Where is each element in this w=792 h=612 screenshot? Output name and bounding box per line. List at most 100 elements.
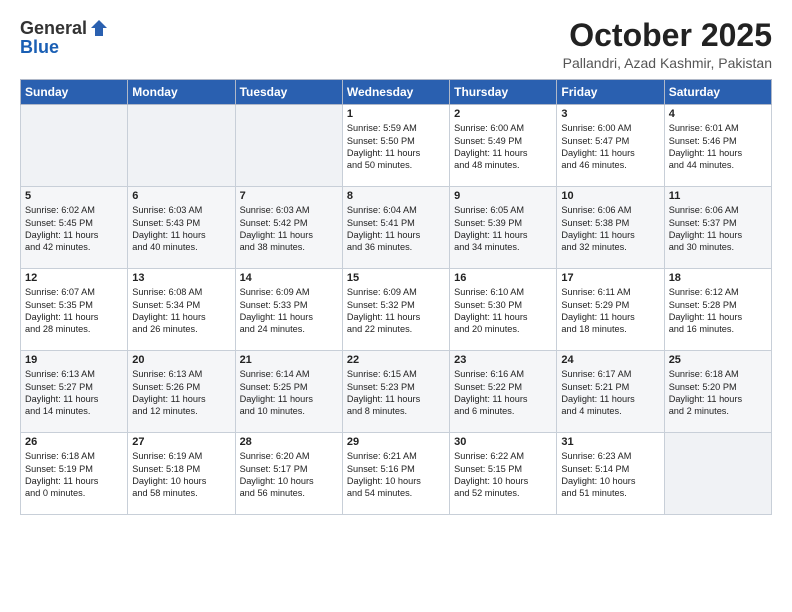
calendar-cell: 19 Sunrise: 6:13 AM Sunset: 5:27 PM Dayli… xyxy=(21,351,128,433)
calendar-week-row: 26 Sunrise: 6:18 AM Sunset: 5:19 PM Dayli… xyxy=(21,433,772,515)
calendar-cell xyxy=(664,433,771,515)
location: Pallandri, Azad Kashmir, Pakistan xyxy=(563,55,772,71)
day-number: 7 xyxy=(240,190,338,202)
calendar-cell: 25 Sunrise: 6:18 AM Sunset: 5:20 PM Dayli… xyxy=(664,351,771,433)
day-header-friday: Friday xyxy=(557,80,664,105)
day-number: 24 xyxy=(561,354,659,366)
day-number: 1 xyxy=(347,108,445,120)
day-info: Sunrise: 6:23 AM Sunset: 5:14 PM Dayligh… xyxy=(561,450,659,500)
calendar-cell: 3Sunrise: 6:00 AM Sunset: 5:47 PM Daylig… xyxy=(557,105,664,187)
day-info: Sunrise: 6:18 AM Sunset: 5:19 PM Dayligh… xyxy=(25,450,123,500)
calendar-cell: 7Sunrise: 6:03 AM Sunset: 5:42 PM Daylig… xyxy=(235,187,342,269)
day-info: Sunrise: 6:00 AM Sunset: 5:49 PM Dayligh… xyxy=(454,122,552,172)
calendar-cell: 10Sunrise: 6:06 AM Sunset: 5:38 PM Dayli… xyxy=(557,187,664,269)
day-info: Sunrise: 6:12 AM Sunset: 5:28 PM Dayligh… xyxy=(669,286,767,336)
logo: General Blue xyxy=(20,18,109,58)
calendar-cell: 28Sunrise: 6:20 AM Sunset: 5:17 PM Dayli… xyxy=(235,433,342,515)
calendar-week-row: 1 Sunrise: 5:59 AM Sunset: 5:50 PM Daylig… xyxy=(21,105,772,187)
day-number: 9 xyxy=(454,190,552,202)
calendar-cell xyxy=(235,105,342,187)
calendar-cell: 12Sunrise: 6:07 AM Sunset: 5:35 PM Dayli… xyxy=(21,269,128,351)
calendar-cell: 16 Sunrise: 6:10 AM Sunset: 5:30 PM Dayli… xyxy=(450,269,557,351)
day-number: 22 xyxy=(347,354,445,366)
calendar-cell: 21Sunrise: 6:14 AM Sunset: 5:25 PM Dayli… xyxy=(235,351,342,433)
day-info: Sunrise: 6:21 AM Sunset: 5:16 PM Dayligh… xyxy=(347,450,445,500)
calendar-cell xyxy=(21,105,128,187)
day-info: Sunrise: 6:09 AM Sunset: 5:33 PM Dayligh… xyxy=(240,286,338,336)
day-header-tuesday: Tuesday xyxy=(235,80,342,105)
day-info: Sunrise: 6:19 AM Sunset: 5:18 PM Dayligh… xyxy=(132,450,230,500)
day-info: Sunrise: 6:17 AM Sunset: 5:21 PM Dayligh… xyxy=(561,368,659,418)
day-number: 26 xyxy=(25,436,123,448)
month-title: October 2025 xyxy=(563,18,772,53)
day-info: Sunrise: 6:08 AM Sunset: 5:34 PM Dayligh… xyxy=(132,286,230,336)
day-header-thursday: Thursday xyxy=(450,80,557,105)
day-number: 5 xyxy=(25,190,123,202)
day-number: 27 xyxy=(132,436,230,448)
day-info: Sunrise: 6:10 AM Sunset: 5:30 PM Dayligh… xyxy=(454,286,552,336)
calendar-cell: 22 Sunrise: 6:15 AM Sunset: 5:23 PM Dayli… xyxy=(342,351,449,433)
day-number: 21 xyxy=(240,354,338,366)
day-info: Sunrise: 5:59 AM Sunset: 5:50 PM Dayligh… xyxy=(347,122,445,172)
day-number: 25 xyxy=(669,354,767,366)
calendar-cell: 26 Sunrise: 6:18 AM Sunset: 5:19 PM Dayli… xyxy=(21,433,128,515)
day-number: 28 xyxy=(240,436,338,448)
calendar-cell xyxy=(128,105,235,187)
day-number: 23 xyxy=(454,354,552,366)
calendar-cell: 14Sunrise: 6:09 AM Sunset: 5:33 PM Dayli… xyxy=(235,269,342,351)
header: General Blue October 2025 Pallandri, Aza… xyxy=(20,18,772,71)
day-info: Sunrise: 6:15 AM Sunset: 5:23 PM Dayligh… xyxy=(347,368,445,418)
day-number: 16 xyxy=(454,272,552,284)
logo-icon xyxy=(89,18,109,38)
calendar-cell: 31 Sunrise: 6:23 AM Sunset: 5:14 PM Dayli… xyxy=(557,433,664,515)
page: General Blue October 2025 Pallandri, Aza… xyxy=(0,0,792,612)
calendar-cell: 24 Sunrise: 6:17 AM Sunset: 5:21 PM Dayli… xyxy=(557,351,664,433)
day-number: 29 xyxy=(347,436,445,448)
day-info: Sunrise: 6:18 AM Sunset: 5:20 PM Dayligh… xyxy=(669,368,767,418)
calendar-table: SundayMondayTuesdayWednesdayThursdayFrid… xyxy=(20,79,772,515)
calendar-cell: 4 Sunrise: 6:01 AM Sunset: 5:46 PM Daylig… xyxy=(664,105,771,187)
calendar-cell: 11 Sunrise: 6:06 AM Sunset: 5:37 PM Dayli… xyxy=(664,187,771,269)
day-number: 12 xyxy=(25,272,123,284)
day-number: 19 xyxy=(25,354,123,366)
logo-general-text: General xyxy=(20,18,87,39)
calendar-header-row: SundayMondayTuesdayWednesdayThursdayFrid… xyxy=(21,80,772,105)
day-info: Sunrise: 6:16 AM Sunset: 5:22 PM Dayligh… xyxy=(454,368,552,418)
day-info: Sunrise: 6:04 AM Sunset: 5:41 PM Dayligh… xyxy=(347,204,445,254)
day-info: Sunrise: 6:06 AM Sunset: 5:37 PM Dayligh… xyxy=(669,204,767,254)
day-header-saturday: Saturday xyxy=(664,80,771,105)
title-block: October 2025 Pallandri, Azad Kashmir, Pa… xyxy=(563,18,772,71)
calendar-cell: 30 Sunrise: 6:22 AM Sunset: 5:15 PM Dayli… xyxy=(450,433,557,515)
calendar-cell: 2Sunrise: 6:00 AM Sunset: 5:49 PM Daylig… xyxy=(450,105,557,187)
calendar-cell: 18 Sunrise: 6:12 AM Sunset: 5:28 PM Dayli… xyxy=(664,269,771,351)
day-info: Sunrise: 6:09 AM Sunset: 5:32 PM Dayligh… xyxy=(347,286,445,336)
calendar-cell: 20Sunrise: 6:13 AM Sunset: 5:26 PM Dayli… xyxy=(128,351,235,433)
day-number: 30 xyxy=(454,436,552,448)
day-header-sunday: Sunday xyxy=(21,80,128,105)
calendar-cell: 5Sunrise: 6:02 AM Sunset: 5:45 PM Daylig… xyxy=(21,187,128,269)
calendar-cell: 9 Sunrise: 6:05 AM Sunset: 5:39 PM Daylig… xyxy=(450,187,557,269)
calendar-cell: 8 Sunrise: 6:04 AM Sunset: 5:41 PM Daylig… xyxy=(342,187,449,269)
day-info: Sunrise: 6:03 AM Sunset: 5:43 PM Dayligh… xyxy=(132,204,230,254)
calendar-week-row: 12Sunrise: 6:07 AM Sunset: 5:35 PM Dayli… xyxy=(21,269,772,351)
day-number: 18 xyxy=(669,272,767,284)
day-number: 15 xyxy=(347,272,445,284)
day-number: 8 xyxy=(347,190,445,202)
day-number: 4 xyxy=(669,108,767,120)
day-number: 31 xyxy=(561,436,659,448)
calendar-cell: 15 Sunrise: 6:09 AM Sunset: 5:32 PM Dayli… xyxy=(342,269,449,351)
day-header-monday: Monday xyxy=(128,80,235,105)
calendar-cell: 1 Sunrise: 5:59 AM Sunset: 5:50 PM Daylig… xyxy=(342,105,449,187)
day-number: 11 xyxy=(669,190,767,202)
day-info: Sunrise: 6:01 AM Sunset: 5:46 PM Dayligh… xyxy=(669,122,767,172)
calendar-cell: 27 Sunrise: 6:19 AM Sunset: 5:18 PM Dayli… xyxy=(128,433,235,515)
day-number: 6 xyxy=(132,190,230,202)
day-info: Sunrise: 6:13 AM Sunset: 5:27 PM Dayligh… xyxy=(25,368,123,418)
calendar-cell: 13Sunrise: 6:08 AM Sunset: 5:34 PM Dayli… xyxy=(128,269,235,351)
day-info: Sunrise: 6:22 AM Sunset: 5:15 PM Dayligh… xyxy=(454,450,552,500)
calendar-week-row: 5Sunrise: 6:02 AM Sunset: 5:45 PM Daylig… xyxy=(21,187,772,269)
day-info: Sunrise: 6:05 AM Sunset: 5:39 PM Dayligh… xyxy=(454,204,552,254)
day-info: Sunrise: 6:00 AM Sunset: 5:47 PM Dayligh… xyxy=(561,122,659,172)
day-info: Sunrise: 6:13 AM Sunset: 5:26 PM Dayligh… xyxy=(132,368,230,418)
calendar-cell: 23 Sunrise: 6:16 AM Sunset: 5:22 PM Dayli… xyxy=(450,351,557,433)
